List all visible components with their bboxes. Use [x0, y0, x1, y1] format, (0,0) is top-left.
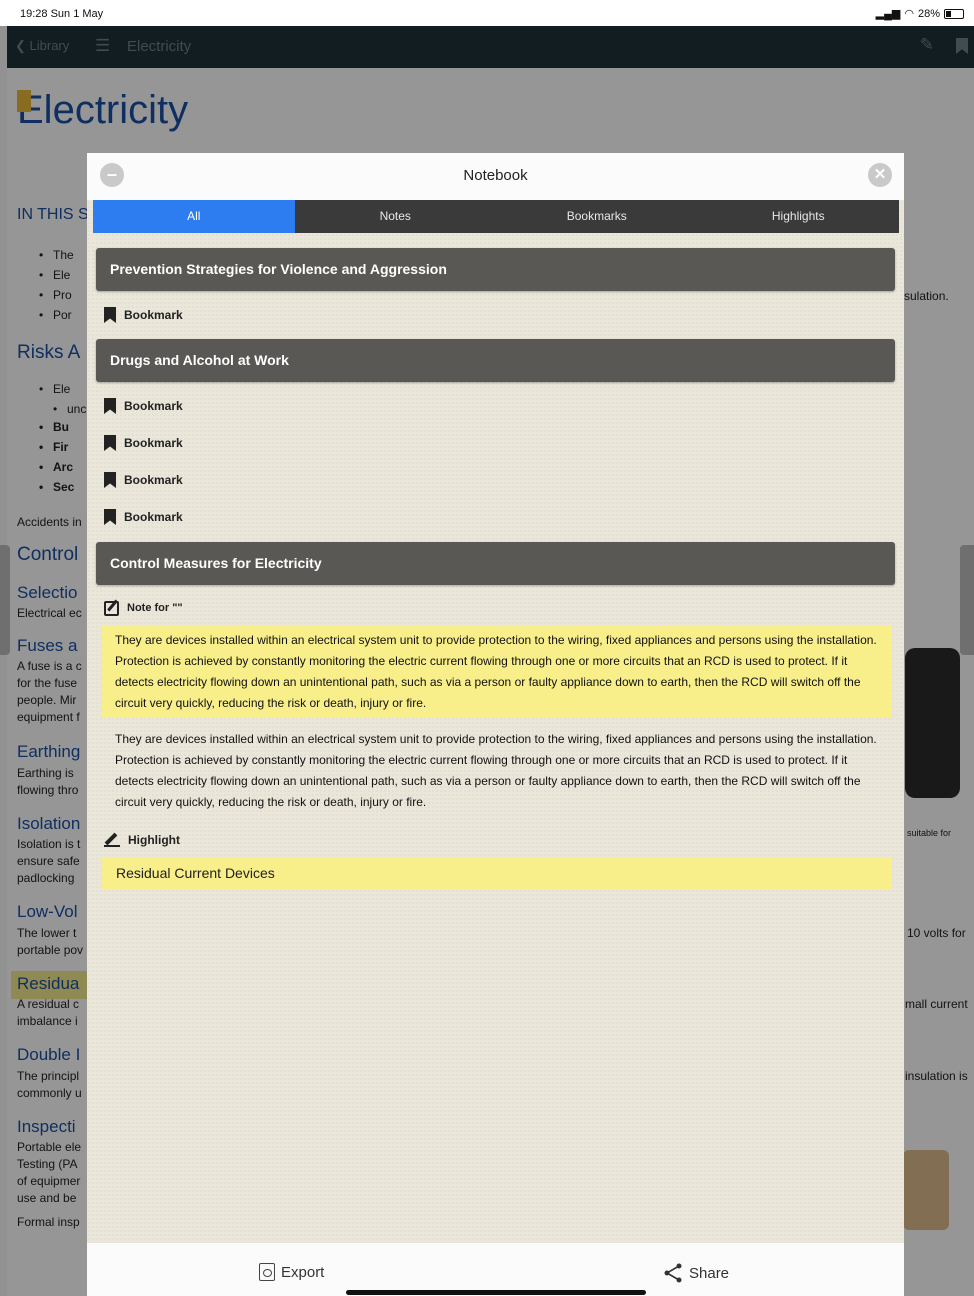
bookmark-entry[interactable]: Bookmark: [104, 433, 183, 453]
notebook-footer: Export Share: [87, 1243, 904, 1296]
battery-percent: 28%: [917, 7, 940, 20]
section-header[interactable]: Control Measures for Electricity: [96, 542, 895, 585]
wifi-icon: ◠: [904, 8, 914, 20]
tab-notes[interactable]: Notes: [295, 200, 497, 233]
bookmark-label: Bookmark: [124, 436, 183, 450]
bookmark-label: Bookmark: [124, 308, 183, 322]
note-quote: They are devices installed within an ele…: [101, 626, 891, 718]
note-body: They are devices installed within an ele…: [115, 732, 877, 809]
status-time: 19:28 Sun 1 May: [20, 8, 104, 20]
bookmark-icon: [104, 509, 116, 525]
bookmark-entry[interactable]: Bookmark: [104, 470, 183, 490]
bookmark-entry[interactable]: Bookmark: [104, 305, 183, 325]
signal-icon: ▂▄▆: [875, 8, 901, 20]
bookmark-icon: [104, 398, 116, 414]
close-icon[interactable]: ✕: [868, 163, 892, 187]
status-right: ▂▄▆ ◠ 28%: [876, 7, 964, 20]
bookmark-icon: [104, 435, 116, 451]
pdf-icon: [259, 1263, 275, 1281]
section-header[interactable]: Prevention Strategies for Violence and A…: [96, 248, 895, 291]
share-button[interactable]: Share: [663, 1263, 729, 1283]
notebook-title: Notebook: [463, 167, 528, 184]
notebook-tabs: All Notes Bookmarks Highlights: [93, 200, 899, 233]
export-button[interactable]: Export: [259, 1263, 324, 1281]
tab-all[interactable]: All: [93, 200, 295, 233]
highlight-text[interactable]: Residual Current Devices: [101, 857, 891, 889]
status-bar: 19:28 Sun 1 May ▂▄▆ ◠ 28%: [0, 0, 974, 26]
note-label: Note for "": [127, 602, 183, 614]
notebook-header: – Notebook ✕: [87, 153, 904, 200]
highlight-label: Highlight: [128, 833, 180, 847]
bookmark-label: Bookmark: [124, 510, 183, 524]
bookmark-icon: [104, 472, 116, 488]
share-icon: [664, 1263, 682, 1283]
bookmark-entry[interactable]: Bookmark: [104, 396, 183, 416]
note-entry[interactable]: Note for "": [104, 598, 183, 618]
battery-icon: [944, 8, 964, 19]
bookmark-entry[interactable]: Bookmark: [104, 507, 183, 527]
bookmark-icon: [104, 307, 116, 323]
home-indicator[interactable]: [346, 1290, 646, 1295]
tab-highlights[interactable]: Highlights: [698, 200, 900, 233]
highlight-entry[interactable]: Highlight: [104, 830, 180, 850]
section-header[interactable]: Drugs and Alcohol at Work: [96, 339, 895, 382]
bookmark-label: Bookmark: [124, 473, 183, 487]
bookmark-label: Bookmark: [124, 399, 183, 413]
tab-bookmarks[interactable]: Bookmarks: [496, 200, 698, 233]
share-label: Share: [689, 1264, 730, 1282]
notebook-modal: – Notebook ✕ All Notes Bookmarks Highlig…: [87, 153, 904, 1296]
note-icon: [104, 600, 119, 616]
highlight-pen-icon: [104, 833, 120, 847]
export-label: Export: [281, 1263, 325, 1281]
